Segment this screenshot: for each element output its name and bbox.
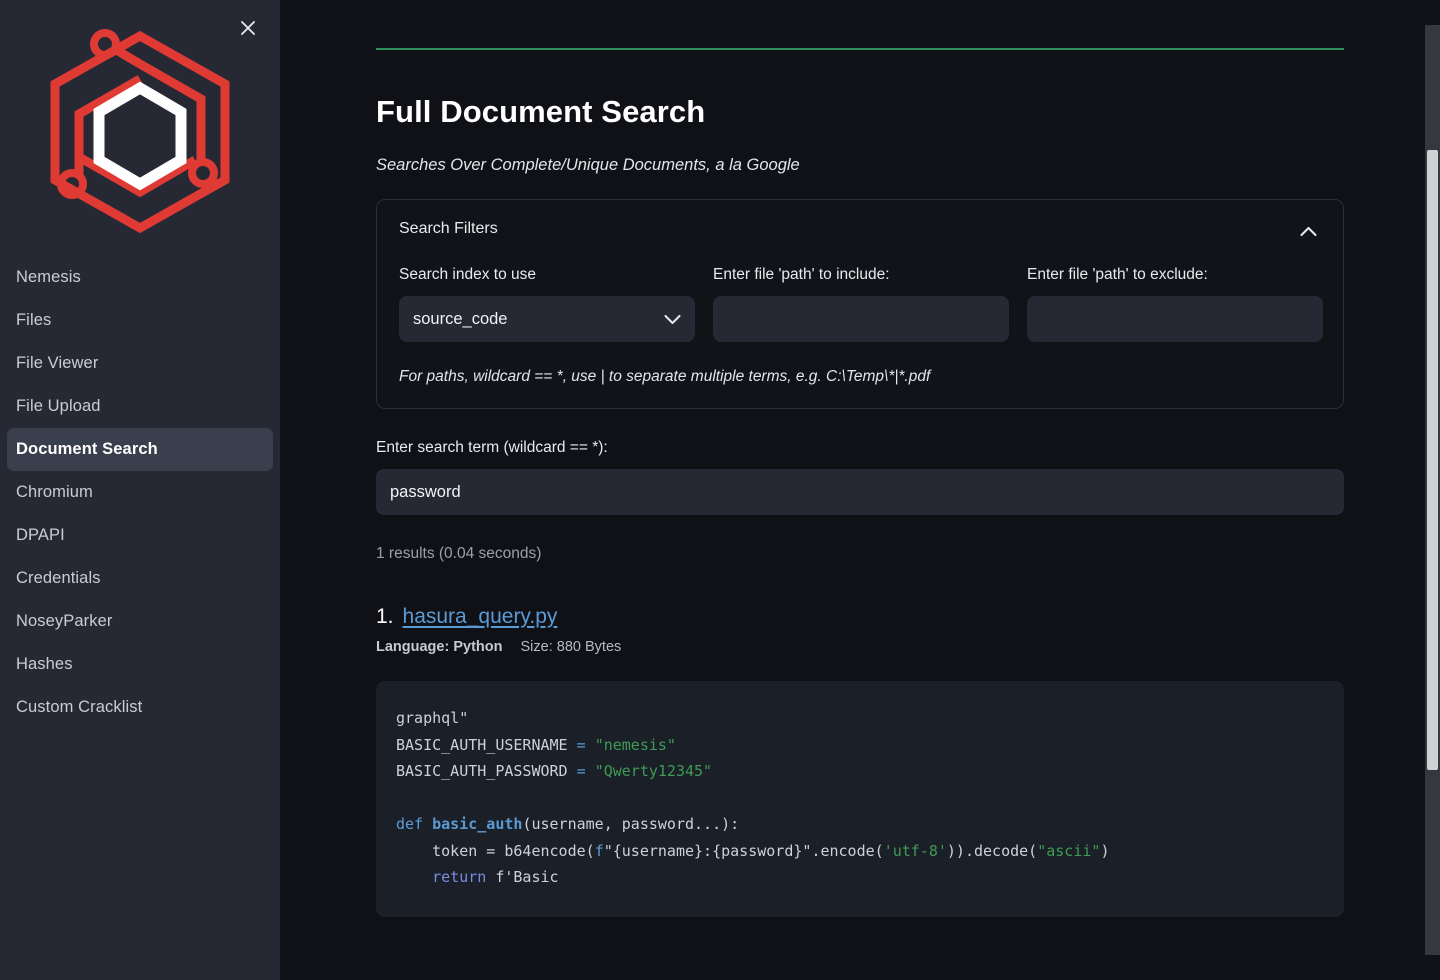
result-count: 1 results (0.04 seconds) [376,545,542,562]
sidebar-item-files[interactable]: Files [7,299,273,342]
search-index-field: Search index to use source_code [399,266,695,342]
code-line-7-rest: f'Basic [486,868,559,886]
code-line-3-value: "Qwerty12345" [594,762,713,780]
code-function-name: basic_auth [432,815,523,833]
code-line-6-mid2: )).decode( [946,841,1038,860]
search-filters-panel: Search Filters Search index to use sourc… [376,199,1344,409]
sidebar-item-label: Nemesis [16,268,81,286]
code-line-2-name: BASIC_AUTH_USERNAME [396,735,568,754]
result-metadata: Language: Python Size: 880 Bytes [376,639,1344,655]
code-encoding-literal: 'utf-8' [883,841,947,860]
code-line-6-mid: .encode( [811,841,884,860]
search-filters-header: Search Filters [399,220,1321,242]
sidebar-item-file-viewer[interactable]: File Viewer [7,342,273,385]
code-fstring-prefix: f [594,841,604,860]
sidebar-item-chromium[interactable]: Chromium [7,471,273,514]
path-exclude-field: Enter file 'path' to exclude: [1027,266,1323,342]
code-line-2-eq: = [576,735,586,754]
sidebar-item-nemesis[interactable]: Nemesis [7,256,273,299]
page-title: Full Document Search [376,94,706,129]
sidebar-item-custom-cracklist[interactable]: Custom Cracklist [7,686,273,729]
sidebar-nav: Nemesis Files File Viewer File Upload Do… [0,250,280,729]
search-index-value[interactable]: source_code [399,296,695,342]
chevron-up-icon[interactable] [1295,220,1321,242]
code-line-6-end: ) [1100,841,1110,860]
code-function-args: (username, password...): [522,815,740,833]
sidebar-item-label: Custom Cracklist [16,698,143,716]
code-snippet: graphql" BASIC_AUTH_USERNAME = "nemesis"… [376,681,1344,917]
sidebar: Nemesis Files File Viewer File Upload Do… [0,0,280,980]
code-line-6-pre: token = b64encode( [396,841,595,860]
sidebar-item-label: Files [16,311,52,329]
sidebar-item-label: NoseyParker [16,612,113,630]
code-line-3-eq: = [576,762,586,780]
sidebar-item-label: Hashes [16,655,73,673]
search-filters-title: Search Filters [399,220,498,237]
sidebar-item-dpapi[interactable]: DPAPI [7,514,273,557]
code-keyword-def: def [396,815,424,833]
result-title-row: 1. hasura_query.py [376,605,1344,629]
sidebar-item-document-search[interactable]: Document Search [7,428,273,471]
result-size: Size: 880 Bytes [520,639,622,655]
page-subtitle: Searches Over Complete/Unique Documents,… [376,156,800,174]
code-line-2-value: "nemesis" [594,735,676,754]
sidebar-item-label: Credentials [16,569,101,587]
code-keyword-return: return [396,868,487,886]
sidebar-item-noseyparker[interactable]: NoseyParker [7,600,273,643]
app-root: Nemesis Files File Viewer File Upload Do… [0,0,1440,980]
sidebar-item-hashes[interactable]: Hashes [7,643,273,686]
code-fstring-body: "{username}:{password}" [603,841,812,860]
search-result-item: 1. hasura_query.py Language: Python Size… [376,605,1344,917]
result-file-link[interactable]: hasura_query.py [403,605,558,629]
path-wildcard-hint: For paths, wildcard == *, use | to separ… [399,368,931,385]
sidebar-item-file-upload[interactable]: File Upload [7,385,273,428]
result-language: Language: Python [376,639,503,655]
path-exclude-label: Enter file 'path' to exclude: [1027,266,1208,283]
sidebar-item-credentials[interactable]: Credentials [7,557,273,600]
code-ascii-literal: "ascii" [1037,841,1101,860]
vertical-scrollbar-thumb[interactable] [1427,150,1438,770]
accent-divider [376,48,1344,50]
search-filters-grid: Search index to use source_code Enter fi… [399,266,1323,342]
sidebar-item-label: Chromium [16,483,93,501]
search-input[interactable] [376,469,1344,515]
search-index-select[interactable]: source_code [399,296,695,342]
search-index-label: Search index to use [399,266,537,283]
result-index: 1. [376,605,394,628]
code-line-3-name: BASIC_AUTH_PASSWORD [396,762,568,780]
code-line-1: graphql" [396,709,469,727]
sidebar-item-label: DPAPI [16,526,65,544]
sidebar-item-label: File Upload [16,397,101,415]
vertical-scrollbar-track[interactable] [1425,25,1440,955]
main-content: Full Document Search Searches Over Compl… [280,0,1440,980]
sidebar-item-label: Document Search [16,440,158,458]
close-icon[interactable] [234,14,262,42]
path-exclude-input[interactable] [1027,296,1323,342]
sidebar-item-label: File Viewer [16,354,99,372]
path-include-input[interactable] [713,296,1009,342]
search-term-label: Enter search term (wildcard == *): [376,439,608,456]
path-include-label: Enter file 'path' to include: [713,266,890,283]
path-include-field: Enter file 'path' to include: [713,266,1009,342]
